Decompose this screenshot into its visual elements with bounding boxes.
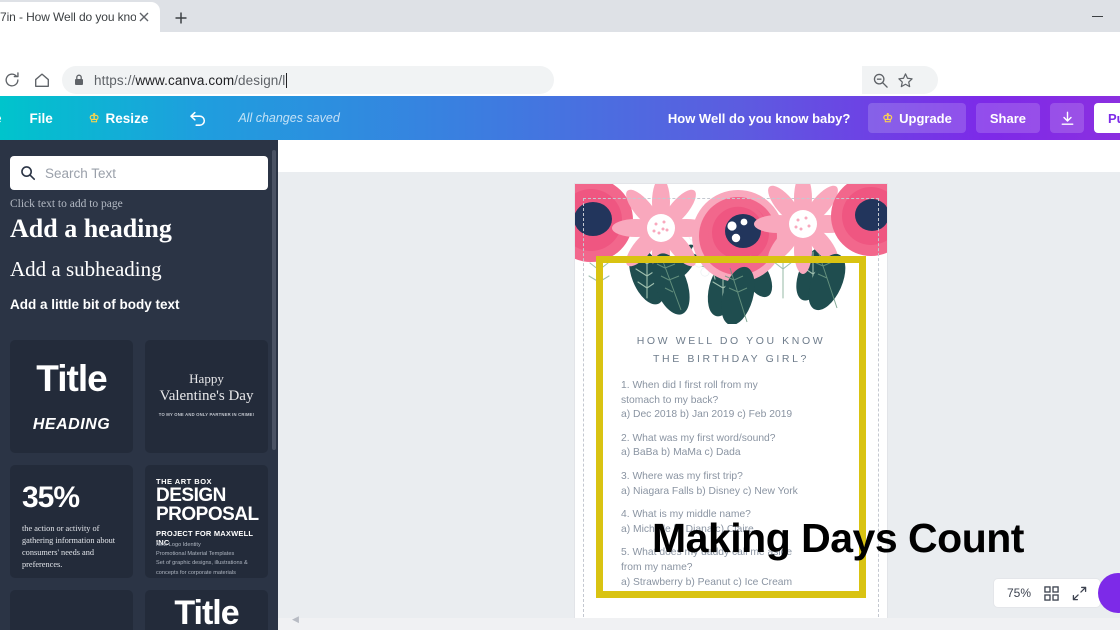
question-answers: a) Niagara Falls b) Disney c) New York bbox=[621, 485, 798, 497]
editor-bottom-strip bbox=[278, 618, 1120, 630]
close-icon[interactable] bbox=[136, 9, 152, 25]
question-answers: a) BaBa b) MaMa c) Dada bbox=[621, 447, 741, 459]
undo-arrow-icon[interactable] bbox=[188, 109, 208, 127]
browser-toolbar: https://www.canva.com/design/l bbox=[0, 32, 1120, 96]
upgrade-button[interactable]: ♔ Upgrade bbox=[868, 103, 966, 133]
thumbnail-row: Title HEADING Happy Valentine's Day TO M… bbox=[10, 340, 268, 453]
resize-label: Resize bbox=[105, 110, 149, 126]
thumb-title: Title bbox=[36, 358, 107, 399]
question-line: from my name? bbox=[621, 562, 693, 574]
template-thumbnail-valentines[interactable]: Happy Valentine's Day TO MY ONE AND ONLY… bbox=[145, 340, 268, 453]
canva-toolbar: e File ♔ Resize All changes saved How We… bbox=[0, 96, 1120, 140]
add-heading-item[interactable]: Add a heading bbox=[10, 214, 172, 244]
url-text: https://www.canva.com/design/l bbox=[94, 72, 288, 88]
template-thumbnail-design-proposal[interactable]: THE ART BOX DESIGN PROPOSAL PROJECT FOR M… bbox=[145, 465, 268, 578]
resize-button[interactable]: ♔ Resize bbox=[89, 111, 149, 126]
browser-tab[interactable]: 7in - How Well do you kno bbox=[0, 2, 160, 32]
url-path: /design/l bbox=[234, 72, 286, 88]
tab-title: 7in - How Well do you kno bbox=[0, 10, 136, 24]
thumb-title: DESIGN PROPOSAL bbox=[156, 486, 259, 525]
question-answers: a) Strawberry b) Peanut c) Ice Cream bbox=[621, 576, 793, 588]
quiz-question: 1. When did I first roll from my stomach… bbox=[621, 379, 861, 423]
template-thumbnail-grid: Title HEADING Happy Valentine's Day TO M… bbox=[10, 340, 268, 630]
document-title[interactable]: How Well do you know baby? bbox=[668, 111, 851, 126]
crown-icon: ♔ bbox=[88, 111, 100, 125]
url-host: www.canva.com bbox=[135, 72, 235, 88]
quiz-title-line2: THE BIRTHDAY GIRL? bbox=[653, 353, 809, 366]
text-side-panel: Search Text Click text to add to page Ad… bbox=[0, 140, 278, 630]
thumb-title: Title bbox=[174, 594, 239, 630]
quiz-title: HOW WELL DO YOU KNOW THE BIRTHDAY GIRL? bbox=[575, 332, 887, 369]
lock-icon bbox=[72, 73, 86, 87]
thumb-body: the action or activity of gathering info… bbox=[22, 524, 116, 570]
expand-arrows-icon[interactable] bbox=[1072, 586, 1087, 601]
thumb-title-l2: PROPOSAL bbox=[156, 503, 259, 525]
tab-strip: 7in - How Well do you kno bbox=[0, 0, 1120, 32]
quiz-title-line1: HOW WELL DO YOU KNOW bbox=[636, 335, 826, 347]
url-scheme: https:// bbox=[94, 72, 136, 88]
question-answers: a) Dec 2018 b) Jan 2019 c) Feb 2019 bbox=[621, 409, 793, 421]
browser-window: 7in - How Well do you kno https://www.ca… bbox=[0, 0, 1120, 630]
template-thumbnail-title-heading[interactable]: Title HEADING bbox=[10, 340, 133, 453]
question-line: 3. Where was my first trip? bbox=[621, 471, 743, 483]
question-line: 2. What was my first word/sound? bbox=[621, 432, 776, 444]
zoom-percent[interactable]: 75% bbox=[1007, 586, 1031, 600]
thumbnail-row: 35% the action or activity of gathering … bbox=[10, 465, 268, 578]
toolbar-right-group: How Well do you know baby? ♔ Upgrade Sha… bbox=[668, 103, 1120, 133]
question-line: stomach to my back? bbox=[621, 394, 719, 406]
grid-icon[interactable] bbox=[1044, 585, 1059, 601]
overlay-caption: Making Days Count bbox=[652, 515, 1024, 561]
thumb-line2: Valentine's Day bbox=[159, 388, 254, 404]
search-icon bbox=[20, 165, 36, 181]
quiz-question: 3. Where was my first trip? a) Niagara F… bbox=[621, 470, 861, 499]
search-placeholder: Search Text bbox=[45, 165, 117, 181]
save-status: All changes saved bbox=[238, 111, 340, 125]
editor-topstrip bbox=[278, 140, 1120, 172]
plus-icon[interactable] bbox=[168, 5, 194, 31]
thumb-subtitle: HEADING bbox=[32, 416, 111, 433]
crown-icon: ♔ bbox=[882, 111, 894, 125]
download-icon[interactable] bbox=[1050, 103, 1084, 133]
reload-icon[interactable] bbox=[0, 68, 24, 92]
zoom-out-icon[interactable] bbox=[872, 72, 889, 89]
share-button[interactable]: Share bbox=[975, 103, 1040, 133]
thumb-line1: Happy bbox=[189, 371, 224, 386]
question-line: 1. When did I first roll from my bbox=[621, 380, 758, 391]
text-caret bbox=[286, 72, 288, 88]
panel-scrollbar[interactable] bbox=[272, 150, 276, 450]
add-body-text-item[interactable]: Add a little bit of body text bbox=[10, 297, 180, 312]
home-button[interactable]: e bbox=[0, 111, 2, 126]
template-thumbnail-title-plain[interactable] bbox=[10, 590, 133, 630]
search-input[interactable]: Search Text bbox=[10, 156, 268, 190]
zoom-controls: 75% bbox=[993, 578, 1102, 608]
minimize-icon[interactable] bbox=[1074, 0, 1120, 32]
thumb-percent: 35% bbox=[22, 481, 80, 514]
publish-button[interactable]: Pu bbox=[1094, 103, 1120, 133]
file-menu[interactable]: File bbox=[30, 111, 53, 126]
thumb-sub: TO MY ONE AND ONLY PARTNER IN CRIME! bbox=[158, 412, 255, 417]
template-thumbnail-percent-stat[interactable]: 35% the action or activity of gathering … bbox=[10, 465, 133, 578]
quiz-questions: 1. When did I first roll from my stomach… bbox=[621, 379, 861, 599]
quiz-question: 2. What was my first word/sound? a) BaBa… bbox=[621, 432, 861, 461]
home-icon[interactable] bbox=[30, 68, 54, 92]
address-bar[interactable]: https://www.canva.com/design/l bbox=[62, 66, 554, 94]
add-subheading-item[interactable]: Add a subheading bbox=[10, 257, 162, 282]
template-thumbnail-title-plain-2[interactable]: Title bbox=[145, 590, 268, 630]
star-icon[interactable] bbox=[897, 72, 914, 89]
omnibox-actions bbox=[862, 66, 938, 94]
panel-hint: Click text to add to page bbox=[10, 198, 123, 210]
upgrade-label: Upgrade bbox=[899, 110, 952, 126]
thumb-list: New Logo Identity Promotional Material T… bbox=[156, 542, 248, 576]
scroll-left-arrow-icon[interactable]: ◀ bbox=[292, 614, 299, 625]
thumbnail-row: Title bbox=[10, 590, 268, 630]
